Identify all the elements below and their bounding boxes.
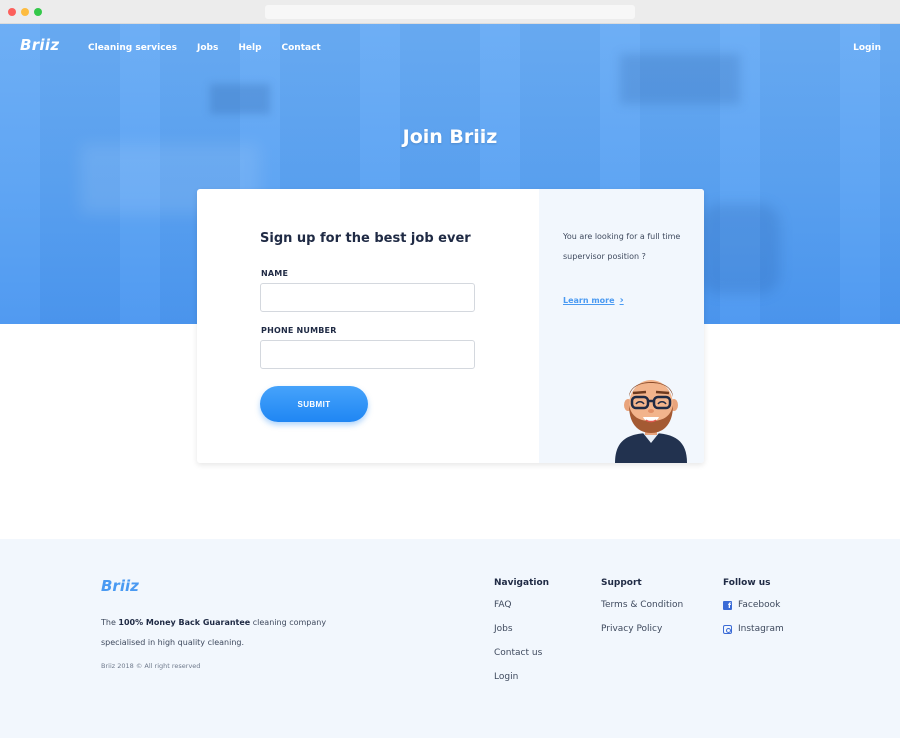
facebook-label: Facebook xyxy=(738,600,781,610)
signup-form: Sign up for the best job ever NAME PHONE… xyxy=(197,189,539,463)
maximize-window-button[interactable] xyxy=(34,8,42,16)
login-link[interactable]: Login xyxy=(853,43,881,53)
site-logo[interactable]: Briiz xyxy=(20,36,59,54)
footer-link-facebook[interactable]: f Facebook xyxy=(723,600,784,624)
form-title: Sign up for the best job ever xyxy=(260,231,471,246)
tagline-prefix: The xyxy=(101,618,119,627)
footer-link-instagram[interactable]: Instagram xyxy=(723,624,784,648)
footer-tagline: The 100% Money Back Guarantee cleaning c… xyxy=(101,613,341,653)
avatar-illustration xyxy=(615,380,687,463)
footer-link-privacy[interactable]: Privacy Policy xyxy=(601,624,683,648)
page-title: Join Briiz xyxy=(402,126,498,148)
footer-follow-title: Follow us xyxy=(723,578,771,588)
footer-navigation: Navigation FAQ Jobs Contact us Login xyxy=(494,578,549,696)
minimize-window-button[interactable] xyxy=(21,8,29,16)
footer-link-terms[interactable]: Terms & Condition xyxy=(601,600,683,624)
instagram-icon xyxy=(723,625,732,634)
footer-logo[interactable]: Briiz xyxy=(101,577,139,595)
nav-jobs[interactable]: Jobs xyxy=(197,43,218,53)
close-window-button[interactable] xyxy=(8,8,16,16)
footer-link-faq[interactable]: FAQ xyxy=(494,600,549,624)
learn-more-link[interactable]: Learn more › xyxy=(563,295,624,306)
footer-support-title: Support xyxy=(601,578,642,588)
hero-background-shape xyxy=(210,84,270,114)
name-input[interactable] xyxy=(260,283,475,312)
info-panel: You are looking for a full time supervis… xyxy=(539,189,704,463)
facebook-icon: f xyxy=(723,601,732,610)
browser-chrome xyxy=(0,0,900,24)
footer: Briiz The 100% Money Back Guarantee clea… xyxy=(0,539,900,738)
instagram-label: Instagram xyxy=(738,624,784,634)
name-label: NAME xyxy=(261,269,289,278)
footer-navigation-title: Navigation xyxy=(494,578,550,588)
nav-contact[interactable]: Contact xyxy=(282,43,321,53)
footer-support: Support Terms & Condition Privacy Policy xyxy=(601,578,683,648)
hero-background-shape xyxy=(700,204,780,294)
address-bar[interactable] xyxy=(265,5,635,19)
footer-link-contact[interactable]: Contact us xyxy=(494,648,549,672)
hero-background-shape xyxy=(620,54,740,104)
main-nav: Cleaning services Jobs Help Contact xyxy=(88,43,321,53)
nav-help[interactable]: Help xyxy=(238,43,261,53)
footer-link-login[interactable]: Login xyxy=(494,672,549,696)
supervisor-text: You are looking for a full time supervis… xyxy=(563,232,681,261)
learn-more-label: Learn more xyxy=(563,296,615,305)
nav-cleaning-services[interactable]: Cleaning services xyxy=(88,43,177,53)
submit-button[interactable]: SUBMIT xyxy=(260,386,368,422)
tagline-guarantee: 100% Money Back Guarantee xyxy=(118,618,251,627)
phone-label: PHONE NUMBER xyxy=(261,326,337,335)
copyright: Briiz 2018 © All right reserved xyxy=(101,662,201,670)
chevron-right-icon: › xyxy=(619,295,624,306)
phone-input[interactable] xyxy=(260,340,475,369)
signup-card: Sign up for the best job ever NAME PHONE… xyxy=(197,189,704,463)
footer-follow: Follow us f Facebook Instagram xyxy=(723,578,784,648)
footer-link-jobs[interactable]: Jobs xyxy=(494,624,549,648)
